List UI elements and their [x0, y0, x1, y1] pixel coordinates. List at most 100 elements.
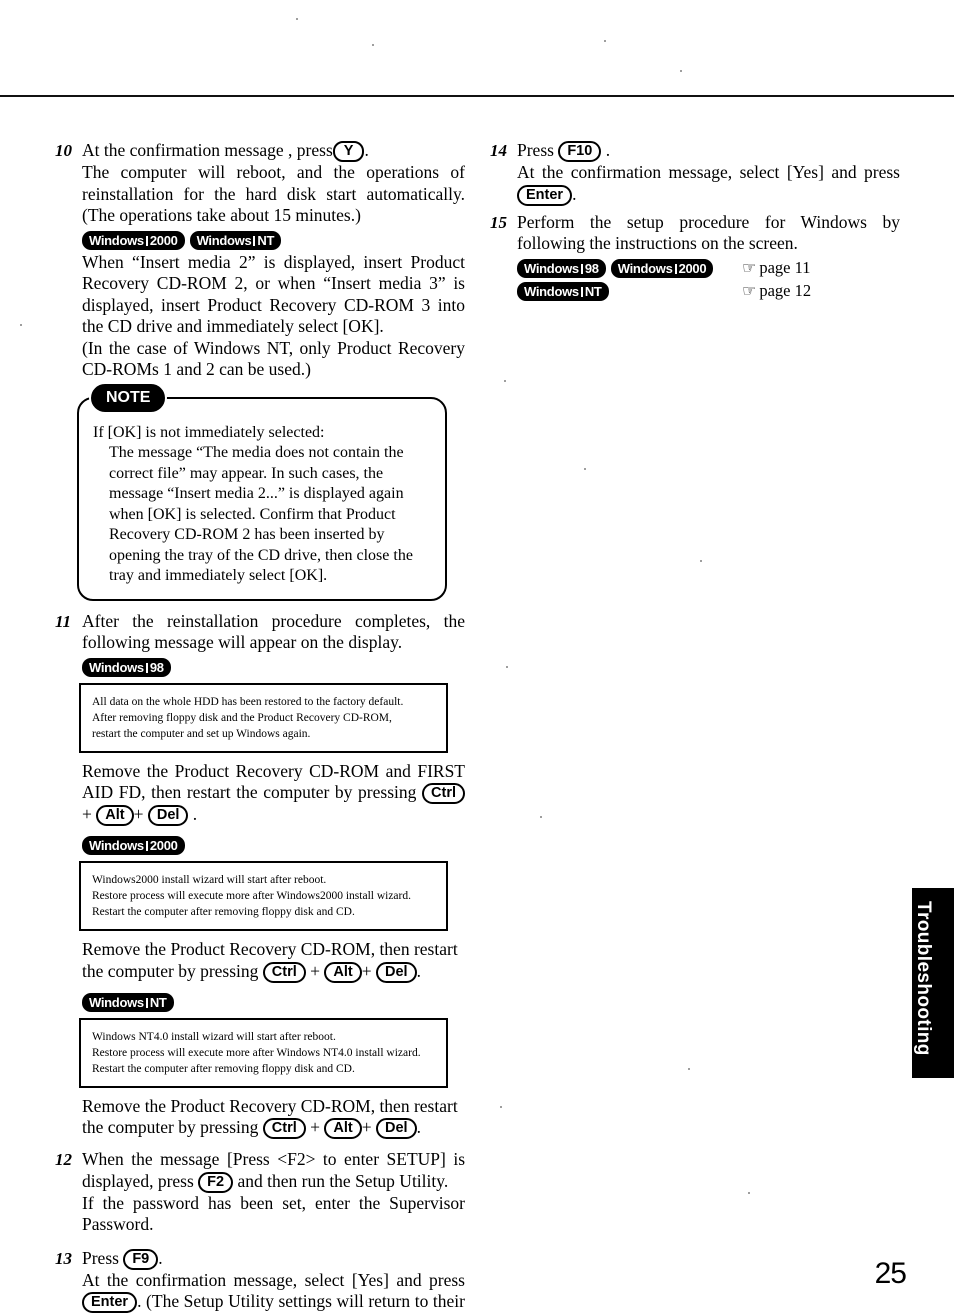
step-13: 13 Press F9. At the confirmation message…	[55, 1248, 465, 1313]
step-13-sentence-b: . (The Setup Utility settings will retur…	[137, 1291, 465, 1311]
pointing-hand-icon: ☞	[742, 281, 757, 300]
scan-speck	[680, 70, 682, 72]
screen-message-winnt: Windows NT4.0 install wizard will start …	[79, 1017, 448, 1088]
badge-os-name: Windows	[89, 838, 144, 853]
after-win2000-text: Remove the Product Recovery CD-ROM, then…	[82, 939, 465, 983]
badge-windows-98: Windows 98	[82, 657, 171, 677]
badge-os-version: 2000	[678, 260, 707, 276]
section-thumb-tab: Troubleshooting	[912, 888, 954, 1078]
badge-os-version: NT	[584, 284, 602, 299]
message-line: Restart the computer after removing flop…	[92, 906, 355, 918]
plus-1: +	[310, 960, 321, 981]
badge-os-version: 98	[584, 260, 599, 276]
step-number: 15	[490, 212, 507, 232]
page-reference-row-2: Windows NT ☞ page 12	[517, 280, 900, 302]
plus-1: +	[310, 1117, 321, 1137]
badge-os-version: NT	[149, 994, 167, 1010]
scan-speck	[540, 816, 542, 818]
header-rule	[0, 95, 954, 97]
pointing-hand-icon: ☞	[742, 257, 757, 277]
key-enter[interactable]: Enter	[82, 1292, 138, 1313]
step-13-para-2: At the confirmation message, select [Yes…	[82, 1270, 465, 1313]
key-y[interactable]: Y	[332, 141, 365, 162]
step-15-para-1: Perform the setup procedure for Windows …	[517, 211, 900, 254]
key-alt[interactable]: Alt	[96, 805, 134, 826]
badge-separator	[253, 235, 256, 246]
scan-speck	[506, 666, 508, 668]
badge-windows-2000: Windows 2000	[82, 836, 185, 855]
scan-speck	[688, 1068, 690, 1070]
scan-speck	[584, 468, 586, 470]
step-14-sentence-a: At the confirmation message, select [Yes…	[517, 162, 900, 182]
step-12-sentence-b: and then run the Setup Utility.	[237, 1170, 449, 1191]
os-badge-row-win98: Windows 98	[82, 656, 465, 677]
step-13-sentence-a: At the confirmation message, select [Yes…	[82, 1269, 465, 1290]
os-badge-row-winnt: Windows NT	[82, 992, 465, 1013]
period: .	[416, 960, 421, 981]
os-badges-ref-2: Windows NT	[517, 280, 742, 302]
note-callout: NOTE If [OK] is not immediately selected…	[77, 383, 447, 601]
step-number: 11	[55, 611, 72, 631]
scan-speck	[372, 44, 374, 46]
key-del[interactable]: Del	[376, 1118, 417, 1139]
badge-separator	[145, 662, 148, 673]
badge-os-version: NT	[257, 232, 275, 248]
badge-os-version: 98	[149, 659, 164, 675]
after-win98-instructions: Remove the Product Recovery CD-ROM and F…	[82, 760, 466, 826]
step-12: 12 When the message [Press <F2> to enter…	[55, 1149, 465, 1236]
plus-2: +	[361, 1117, 372, 1137]
badge-separator	[145, 997, 148, 1008]
key-f9[interactable]: F9	[123, 1248, 159, 1270]
scan-speck	[748, 1192, 750, 1194]
page-reference-1[interactable]: ☞ page 11	[742, 258, 811, 278]
step-11-para-1: After the reinstallation procedure compl…	[82, 610, 465, 653]
step-13-headline: Press F9.	[82, 1248, 465, 1270]
badge-windows-nt: Windows NT	[189, 230, 282, 250]
key-alt[interactable]: Alt	[324, 961, 362, 983]
plus-2: +	[361, 960, 372, 981]
message-line: Restore process will execute more after …	[92, 1046, 421, 1059]
page-reference-label: page 12	[759, 281, 812, 300]
key-ctrl[interactable]: Ctrl	[262, 961, 306, 983]
step-10-para-2: When “Insert media 2” is displayed, inse…	[82, 251, 465, 337]
message-line: Windows NT4.0 install wizard will start …	[92, 1030, 336, 1043]
after-win98-text: Remove the Product Recovery CD-ROM and F…	[82, 760, 466, 826]
key-enter[interactable]: Enter	[517, 184, 573, 206]
key-f10[interactable]: F10	[558, 141, 602, 162]
os-badge-row-win2000: Windows 2000	[82, 836, 465, 856]
step-number: 13	[55, 1248, 72, 1268]
page-reference-2[interactable]: ☞ page 12	[742, 281, 811, 301]
scan-speck	[604, 40, 606, 42]
plus-2: +	[133, 804, 144, 824]
badge-windows-2000: Windows 2000	[610, 258, 714, 278]
page-number: 25	[874, 1257, 907, 1290]
badge-os-name: Windows	[524, 260, 579, 276]
key-ctrl[interactable]: Ctrl	[262, 1118, 306, 1139]
badge-separator	[580, 287, 583, 297]
badge-os-name: Windows	[89, 232, 144, 248]
page-reference-label: page 11	[759, 257, 811, 277]
badge-windows-nt: Windows NT	[517, 282, 609, 301]
key-f2[interactable]: F2	[198, 1171, 234, 1193]
step-10-headline: At the confirmation message , press Y.	[82, 140, 465, 162]
plus-1: +	[82, 804, 92, 824]
after-win98-sentence: Remove the Product Recovery CD-ROM and F…	[82, 760, 465, 803]
step-11: 11 After the reinstallation procedure co…	[55, 611, 465, 677]
key-ctrl[interactable]: Ctrl	[422, 783, 466, 804]
key-del[interactable]: Del	[376, 961, 417, 983]
step-14-para-2: At the confirmation message, select [Yes…	[517, 162, 900, 206]
step-number: 10	[55, 141, 72, 160]
after-winnt-instructions: Remove the Product Recovery CD-ROM, then…	[82, 1096, 465, 1139]
screen-message-win98: All data on the whole HDD has been resto…	[79, 682, 448, 753]
period: .	[192, 804, 198, 824]
key-alt[interactable]: Alt	[324, 1118, 362, 1139]
badge-os-name: Windows	[617, 260, 673, 276]
step-13-period: .	[158, 1247, 163, 1268]
after-winnt-text: Remove the Product Recovery CD-ROM, then…	[82, 1096, 465, 1139]
step-10-para-1: The computer will reboot, and the operat…	[82, 162, 465, 225]
badge-windows-nt: Windows NT	[82, 992, 174, 1012]
message-line: Restore process will execute more after …	[92, 890, 411, 902]
step-10-headline-period: .	[364, 140, 369, 160]
badge-windows-98: Windows 98	[517, 258, 606, 278]
key-del[interactable]: Del	[147, 805, 189, 826]
